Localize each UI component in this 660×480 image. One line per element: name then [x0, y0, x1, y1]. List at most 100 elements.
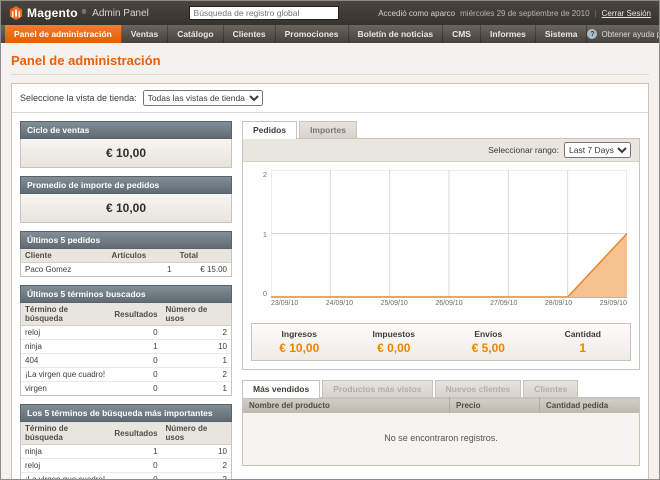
cell-uses: 10: [162, 340, 231, 354]
dashboard-main: Pedidos Importes Seleccionar rango: Last…: [242, 121, 640, 466]
tab-clientes[interactable]: Clientes: [523, 380, 578, 397]
nav-item-informes[interactable]: Informes: [481, 25, 536, 43]
nav-item-dashboard[interactable]: Panel de administración: [5, 25, 122, 43]
cell-uses: 1: [162, 382, 231, 396]
table-row[interactable]: ¡La virgen que cuadro! 0 2: [21, 473, 231, 480]
col-uses: Número de usos: [162, 303, 231, 326]
nav-item-catalogo[interactable]: Catálogo: [168, 25, 223, 43]
stat-label: Ingresos: [252, 329, 347, 339]
tab-importes[interactable]: Importes: [299, 121, 357, 138]
store-view-select[interactable]: Todas las vistas de tienda: [143, 90, 263, 106]
cell-uses: 2: [162, 326, 231, 340]
nav-item-cms[interactable]: CMS: [443, 25, 481, 43]
card-title: Los 5 términos de búsqueda más important…: [20, 404, 232, 422]
magento-admin-window: Magento ® Admin Panel Accedió como aparc…: [0, 0, 660, 480]
logout-link[interactable]: Cerrar Sesión: [602, 9, 651, 18]
table-row[interactable]: 404 0 1: [21, 354, 231, 368]
cell-uses: 1: [162, 354, 231, 368]
magento-logo-icon: [9, 6, 23, 20]
card-title: Últimos 5 pedidos: [20, 231, 232, 249]
stat-label: Envíos: [441, 329, 536, 339]
table-row[interactable]: reloj 0 2: [21, 326, 231, 340]
table-row[interactable]: reloj 0 2: [21, 459, 231, 473]
cell-uses: 10: [162, 445, 231, 459]
chart-tabs: Pedidos Importes: [242, 121, 640, 138]
col-results: Resultados: [110, 303, 161, 326]
cell-total: € 15.00: [176, 263, 231, 277]
cell-term: reloj: [21, 326, 110, 340]
col-price: Precio: [450, 398, 540, 414]
stat-cantidad: Cantidad 1: [536, 329, 631, 355]
stat-impuestos: Impuestos € 0,00: [347, 329, 442, 355]
table-row[interactable]: Paco Gomez 1 € 15.00: [21, 263, 231, 277]
cell-customer: Paco Gomez: [21, 263, 108, 277]
cell-term: ¡La virgen que cuadro!: [21, 368, 110, 382]
cell-results: 0: [110, 326, 161, 340]
logo-text: Magento: [27, 6, 78, 20]
range-select[interactable]: Last 7 Days: [564, 142, 631, 158]
y-tick: 0: [263, 289, 267, 298]
col-total: Total: [176, 249, 231, 263]
cell-term: 404: [21, 354, 110, 368]
cell-term: ninja: [21, 445, 110, 459]
cell-results: 0: [110, 354, 161, 368]
topbar: Magento ® Admin Panel Accedió como aparc…: [1, 1, 659, 25]
x-tick: 28/09/10: [545, 300, 572, 307]
tab-pedidos[interactable]: Pedidos: [242, 121, 297, 139]
page-content: Panel de administración Seleccione la vi…: [1, 43, 659, 480]
title-divider: [11, 74, 649, 75]
global-search-input[interactable]: [189, 6, 339, 20]
tab-nuevos-clientes[interactable]: Nuevos clientes: [435, 380, 522, 397]
col-term: Término de búsqueda: [21, 303, 110, 326]
stat-value: € 10,00: [252, 341, 347, 355]
help-link[interactable]: ? Obtener ayuda para esta página: [587, 25, 660, 43]
x-tick: 23/09/10: [271, 300, 298, 307]
stat-envios: Envíos € 5,00: [441, 329, 536, 355]
table-row[interactable]: ninja 1 10: [21, 340, 231, 354]
cell-term: virgen: [21, 382, 110, 396]
col-customer: Cliente: [21, 249, 108, 263]
store-switcher: Seleccione la vista de tienda: Todas las…: [12, 84, 648, 113]
nav-item-sistema[interactable]: Sistema: [536, 25, 588, 43]
y-tick: 2: [263, 170, 267, 179]
x-tick: 25/09/10: [381, 300, 408, 307]
range-label: Seleccionar rango:: [488, 145, 559, 155]
dashboard-sidebar: Ciclo de ventas € 10,00 Promedio de impo…: [20, 121, 232, 480]
cell-term: ninja: [21, 340, 110, 354]
table-row[interactable]: virgen 0 1: [21, 382, 231, 396]
nav-item-clientes[interactable]: Clientes: [224, 25, 276, 43]
tab-mas-vendidos[interactable]: Más vendidos: [242, 380, 320, 398]
cell-results: 0: [110, 459, 161, 473]
cell-term: reloj: [21, 459, 110, 473]
table-row[interactable]: ¡La virgen que cuadro! 0 2: [21, 368, 231, 382]
cell-results: 0: [110, 368, 161, 382]
tab-productos-mas-vistos[interactable]: Productos más vistos: [322, 380, 432, 397]
logo-subtitle: Admin Panel: [92, 8, 149, 19]
card-top-search-terms: Los 5 términos de búsqueda más important…: [20, 404, 232, 480]
nav-item-boletin[interactable]: Boletín de noticias: [349, 25, 444, 43]
stat-ingresos: Ingresos € 10,00: [252, 329, 347, 355]
stat-value: € 5,00: [441, 341, 536, 355]
cell-term: ¡La virgen que cuadro!: [21, 473, 110, 480]
top-search-table: Término de búsqueda Resultados Número de…: [21, 422, 231, 480]
last-orders-table: Cliente Artículos Total Paco Gomez 1: [21, 249, 231, 276]
cell-results: 0: [110, 473, 161, 480]
card-title: Promedio de importe de pedidos: [20, 176, 232, 194]
card-last-search-terms: Últimos 5 términos buscados Término de b…: [20, 285, 232, 396]
current-date: miércoles 29 de septiembre de 2010: [460, 9, 589, 18]
bottom-tabs: Más vendidos Productos más vistos Nuevos…: [242, 380, 640, 397]
table-row[interactable]: ninja 1 10: [21, 445, 231, 459]
cell-uses: 2: [162, 368, 231, 382]
nav-item-ventas[interactable]: Ventas: [122, 25, 168, 43]
col-qty: Cantidad pedida: [540, 398, 640, 414]
col-term: Término de búsqueda: [21, 422, 110, 445]
card-title: Últimos 5 términos buscados: [20, 285, 232, 303]
chart-x-axis: 23/09/10 24/09/10 25/09/10 26/09/10 27/0…: [271, 298, 627, 313]
help-icon: ?: [587, 29, 597, 39]
cell-results: 0: [110, 382, 161, 396]
dashboard-container: Seleccione la vista de tienda: Todas las…: [11, 83, 649, 480]
nav-item-promociones[interactable]: Promociones: [276, 25, 349, 43]
chart-plot: [271, 170, 627, 298]
cell-results: 1: [110, 445, 161, 459]
col-items: Artículos: [108, 249, 176, 263]
